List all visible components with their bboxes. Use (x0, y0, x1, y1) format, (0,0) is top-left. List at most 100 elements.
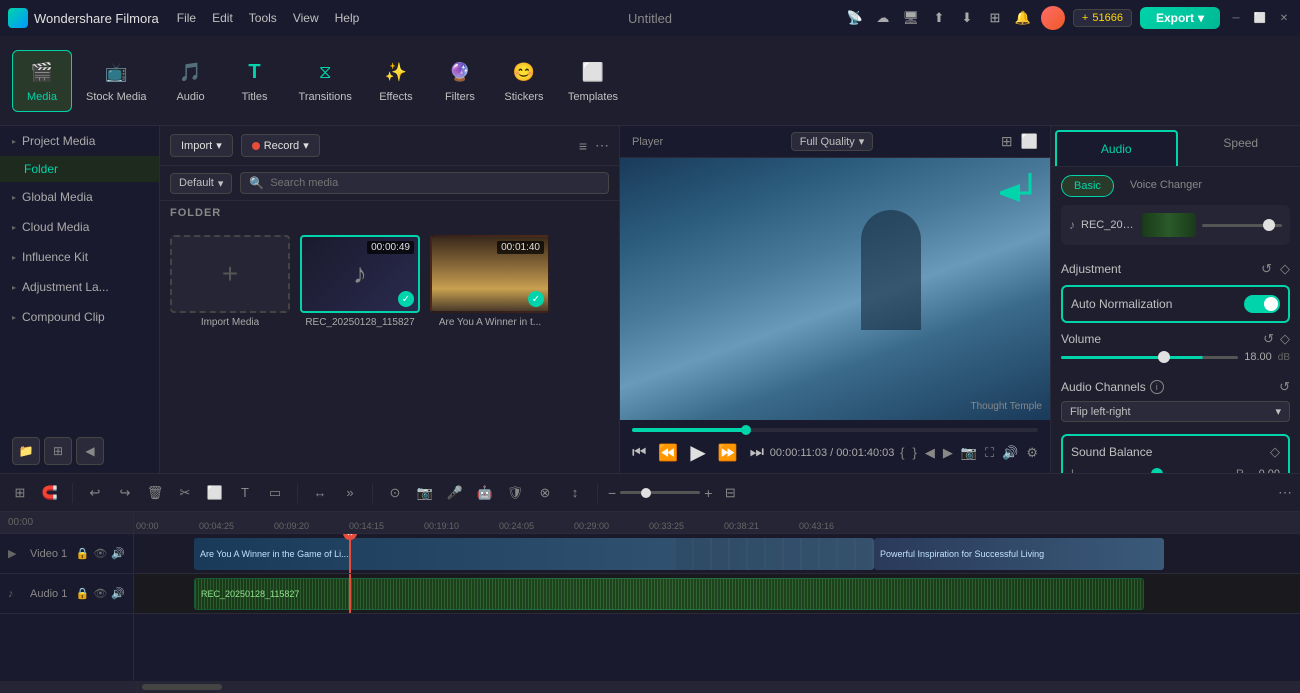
playhead[interactable]: ✕ (349, 534, 351, 573)
scrollbar-thumb[interactable] (142, 684, 222, 690)
monitor-icon[interactable]: 🖥 (901, 8, 921, 28)
volume-slider[interactable] (1061, 356, 1238, 359)
select-button[interactable]: ▭ (263, 481, 287, 505)
import-media-thumb[interactable]: + (170, 235, 290, 313)
auto-normalization-toggle[interactable] (1244, 295, 1280, 313)
skip-forward-button[interactable]: ⏭ (750, 444, 764, 462)
progress-bar[interactable] (632, 428, 1038, 432)
tool-stickers[interactable]: 😊 Stickers (494, 51, 554, 111)
tool-titles[interactable]: T Titles (225, 51, 285, 111)
video-eye-icon[interactable]: 👁 (93, 547, 107, 560)
more-tools-button[interactable]: » (338, 481, 362, 505)
rec-media-thumb[interactable]: ♪ 00:00:49 ✓ (300, 235, 420, 313)
tab-speed[interactable]: Speed (1182, 126, 1300, 166)
move-button[interactable]: ↕ (563, 481, 587, 505)
audio-clip[interactable]: REC_20250128_115827 (194, 578, 1144, 610)
zoom-out-button[interactable]: − (608, 485, 616, 501)
volume-button[interactable]: 🔊 (1002, 445, 1018, 461)
menu-help[interactable]: Help (335, 11, 360, 25)
grid-view-icon[interactable]: ⊞ (1001, 133, 1013, 150)
cut-button[interactable]: ✂ (173, 481, 197, 505)
cloud-icon[interactable]: ☁ (873, 8, 893, 28)
default-dropdown[interactable]: Default ▾ (170, 173, 232, 194)
redo-button[interactable]: ↪ (113, 481, 137, 505)
apps-icon[interactable]: ⊞ (985, 8, 1005, 28)
winner-media-thumb[interactable]: 00:01:40 ✓ (430, 235, 550, 313)
tab-audio[interactable]: Audio (1055, 130, 1178, 166)
ai-button[interactable]: 🤖 (473, 481, 497, 505)
sub-tab-voice-changer[interactable]: Voice Changer (1118, 175, 1214, 197)
voice-button[interactable]: 🎤 (443, 481, 467, 505)
diamond-volume-icon[interactable]: ◇ (1280, 331, 1290, 347)
out-point-button[interactable]: } (913, 445, 917, 461)
zoom-in-button[interactable]: + (704, 485, 712, 501)
protect-button[interactable]: 🛡 (503, 481, 527, 505)
audio-volume-icon[interactable]: 🔊 (111, 587, 125, 600)
menu-edit[interactable]: Edit (212, 11, 233, 25)
reset-volume-icon[interactable]: ↺ (1263, 331, 1274, 347)
reset-adjustment-icon[interactable]: ↺ (1261, 261, 1272, 277)
timeline-more-button[interactable]: ⋯ (1278, 484, 1292, 501)
view-toggle-button[interactable]: ⊞ (8, 481, 32, 505)
sort-button[interactable]: ≡ (579, 138, 587, 154)
sub-tab-basic[interactable]: Basic (1061, 175, 1114, 197)
panel-item-project-media[interactable]: ▸ Project Media (0, 126, 159, 156)
step-back-button[interactable]: ⏪ (658, 443, 678, 463)
panel-item-cloud-media[interactable]: ▸ Cloud Media (0, 212, 159, 242)
tool-transitions[interactable]: ⧖ Transitions (289, 51, 362, 111)
tool-stock-media[interactable]: 📺 Stock Media (76, 51, 157, 111)
magnet-button[interactable]: 🧲 (38, 481, 62, 505)
download-icon[interactable]: ⬇ (957, 8, 977, 28)
list-item[interactable]: ♪ 00:00:49 ✓ REC_20250128_115827 (300, 235, 420, 328)
channels-dropdown[interactable]: Flip left-right ▾ (1061, 401, 1290, 422)
menu-tools[interactable]: Tools (249, 11, 277, 25)
layout-button[interactable]: ⊟ (718, 481, 742, 505)
video-clip-2[interactable]: Powerful Inspiration for Successful Livi… (874, 538, 1164, 570)
new-bin-button[interactable]: ⊞ (44, 437, 72, 465)
reset-channels-icon[interactable]: ↺ (1279, 379, 1290, 395)
tool-filters[interactable]: 🔮 Filters (430, 51, 490, 111)
skip-back-button[interactable]: ⏮ (632, 444, 646, 462)
track-volume-slider[interactable] (1202, 224, 1282, 227)
progress-handle[interactable] (741, 425, 751, 435)
export-button[interactable]: Export ▾ (1140, 7, 1220, 29)
merge-button[interactable]: ⊗ (533, 481, 557, 505)
info-icon[interactable]: i (1150, 380, 1164, 394)
maximize-button[interactable]: ⬜ (1252, 10, 1268, 26)
tool-media[interactable]: 🎬 Media (12, 50, 72, 112)
next-marker-button[interactable]: ▶ (943, 445, 953, 461)
share-icon[interactable]: ⬆ (929, 8, 949, 28)
in-point-button[interactable]: { (900, 445, 904, 461)
panel-item-folder[interactable]: Folder (0, 156, 159, 182)
ripple-button[interactable]: ↔ (308, 481, 332, 505)
quality-dropdown[interactable]: Full Quality ▾ (791, 132, 874, 151)
sync-icon[interactable]: 📡 (845, 8, 865, 28)
play-button[interactable]: ▶ (690, 440, 705, 465)
collapse-panel-button[interactable]: ◀ (76, 437, 104, 465)
tool-templates[interactable]: ⬜ Templates (558, 51, 628, 111)
diamond-adjustment-icon[interactable]: ◇ (1280, 261, 1290, 277)
audio-lock-icon[interactable]: 🔒 (76, 587, 90, 600)
crop-button[interactable]: ⬜ (203, 481, 227, 505)
notification-icon[interactable]: 🔔 (1013, 8, 1033, 28)
record-button[interactable]: Record ▾ (241, 134, 320, 157)
more-button[interactable]: ⋯ (595, 137, 609, 154)
user-avatar[interactable] (1041, 6, 1065, 30)
prev-marker-button[interactable]: ◀ (925, 445, 935, 461)
panel-item-global-media[interactable]: ▸ Global Media (0, 182, 159, 212)
settings-button[interactable]: ⚙ (1026, 445, 1038, 461)
undo-button[interactable]: ↩ (83, 481, 107, 505)
video-clip-1[interactable]: Are You A Winner in the Game of Li... (194, 538, 874, 570)
panel-item-influence-kit[interactable]: ▸ Influence Kit (0, 242, 159, 272)
close-button[interactable]: ✕ (1276, 10, 1292, 26)
minimize-button[interactable]: ─ (1228, 10, 1244, 26)
panel-item-adjustment[interactable]: ▸ Adjustment La... (0, 272, 159, 302)
new-folder-button[interactable]: 📁 (12, 437, 40, 465)
step-forward-button[interactable]: ⏩ (718, 443, 738, 463)
diamond-balance-icon[interactable]: ◇ (1270, 444, 1280, 460)
fullscreen-toggle-button[interactable]: ⛶ (985, 445, 994, 461)
text-button[interactable]: T (233, 481, 257, 505)
coins-display[interactable]: + 51666 (1073, 9, 1132, 27)
scrollbar-track[interactable] (138, 681, 1296, 693)
audio-eye-icon[interactable]: 👁 (93, 587, 107, 600)
